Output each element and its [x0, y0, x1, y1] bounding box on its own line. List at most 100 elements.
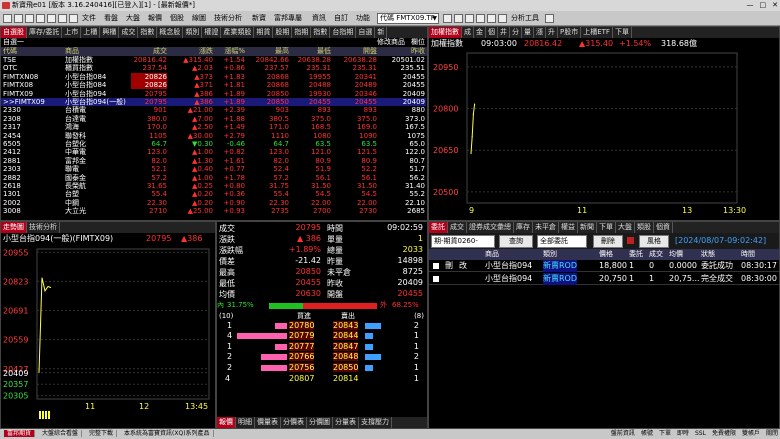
analysis-tools-menu[interactable]: 分析工具: [511, 14, 539, 23]
columns-button[interactable]: 欄位: [411, 38, 425, 47]
quote-tab-1[interactable]: 明細: [236, 417, 255, 428]
index-tab-8[interactable]: 升: [546, 27, 558, 38]
orders-tab-0[interactable]: 委託: [429, 222, 448, 233]
watchlist-tab-14[interactable]: 指數: [311, 27, 331, 38]
layout-icon[interactable]: [36, 14, 45, 23]
orders-col-5[interactable]: 委託: [629, 249, 643, 260]
status-right-0[interactable]: 盤前資訊: [611, 430, 635, 437]
watchlist-col-8[interactable]: 昨收: [381, 47, 425, 56]
status-right-2[interactable]: 下單: [659, 430, 671, 437]
order-row[interactable]: 小型台指094 新賣ROD 20,750 1 1 20,75... 完全成交 08:30:00: [429, 273, 779, 285]
status-right-7[interactable]: 關閉: [766, 430, 778, 437]
watchlist-tab-17[interactable]: 新: [375, 27, 388, 38]
account-select[interactable]: 期-期貨0260-: [431, 235, 495, 248]
orders-tab-10[interactable]: 個資: [654, 222, 673, 233]
arrow-right-icon[interactable]: [465, 14, 474, 23]
menu-item-10[interactable]: 自訂: [334, 14, 348, 23]
watchlist-col-5[interactable]: 最高: [249, 47, 289, 56]
watchlist-row[interactable]: 2454 聯發科 1105 ▲30.00 +2.79 1110 1080 1090 1075: [1, 132, 426, 140]
watchlist-tab-15[interactable]: 台指期: [330, 27, 357, 38]
watchlist-col-0[interactable]: 代碼: [3, 47, 63, 56]
index-tab-1[interactable]: 成: [462, 27, 474, 38]
menu-item-9[interactable]: 資訊: [312, 14, 326, 23]
ask-price[interactable]: 20843: [333, 321, 359, 330]
watchlist-row[interactable]: 2317 鴻海 170.0 ▲2.50 +1.49 171.0 168.5 169.0 167.…: [1, 123, 426, 131]
bid-price[interactable]: 20756: [289, 362, 315, 372]
menu-item-5[interactable]: 線圖: [192, 14, 206, 23]
index-tab-11[interactable]: 下單: [613, 27, 632, 38]
technical-tab-1[interactable]: 技術分析: [27, 222, 60, 233]
watchlist-row[interactable]: OTC 櫃買指數 237.54 ▲2.03 +0.86 237.57 235.31 235.3…: [1, 64, 426, 72]
watchlist-row[interactable]: 2412 中華電 123.0 ▲1.00 +0.82 123.0 121.0 121.5 122…: [1, 148, 426, 156]
menu-item-8[interactable]: 富邦專屬: [274, 14, 302, 23]
orders-tab-7[interactable]: 下單: [597, 222, 616, 233]
orders-tab-3[interactable]: 庫存: [514, 222, 533, 233]
quote-tab-5[interactable]: 分量表: [333, 417, 359, 428]
orders-col-9[interactable]: 時間: [741, 249, 755, 260]
orders-tab-1[interactable]: 成交: [448, 222, 467, 233]
index-tab-10[interactable]: 上櫃ETF: [581, 27, 613, 38]
save-icon[interactable]: [14, 14, 23, 23]
order-filter-select[interactable]: 全部委託: [537, 235, 587, 248]
watchlist-row[interactable]: 2303 聯電 52.1 ▲0.40 +0.77 52.4 51.9 52.2 51.7: [1, 165, 426, 173]
watchlist-col-6[interactable]: 最低: [291, 47, 331, 56]
chart-icon[interactable]: [487, 14, 496, 23]
bid-price[interactable]: 20766: [289, 352, 315, 362]
watchlist-row[interactable]: 3008 大立光 2710 ▲25.00 +0.93 2735 2700 2730 2685: [1, 207, 426, 215]
watchlist-col-7[interactable]: 開盤: [335, 47, 377, 56]
bid-price[interactable]: 20777: [289, 341, 315, 351]
orders-tab-2[interactable]: 證券成交彙總: [467, 222, 514, 233]
index-tab-4[interactable]: 井: [498, 27, 510, 38]
menu-item-7[interactable]: 新寶: [252, 14, 266, 23]
bid-price[interactable]: 20779: [289, 331, 315, 341]
search-icon[interactable]: [443, 14, 452, 23]
quote-tab-4[interactable]: 分價圖: [307, 417, 333, 428]
delete-button[interactable]: 刪除: [593, 235, 623, 248]
edit-products-button[interactable]: 修改商品: [377, 38, 405, 47]
watchlist-row[interactable]: FIMTXN08 小型台指084 20826 ▲373 +1.83 20868 19955 2…: [1, 72, 426, 81]
watchlist-tab-1[interactable]: 庫存/委託: [27, 27, 63, 38]
orders-tab-9[interactable]: 類股: [635, 222, 654, 233]
watchlist-col-3[interactable]: 漲跌: [173, 47, 213, 56]
watchlist-row[interactable]: FIMTX08 小型台指084 20826 ▲371 +1.81 20868 20488 20…: [1, 81, 426, 90]
quote-tab-6[interactable]: 支撐壓力: [359, 417, 392, 428]
ask-price[interactable]: 20847: [333, 341, 359, 351]
status-right-3[interactable]: 即時: [677, 430, 689, 437]
orders-col-2[interactable]: 商品: [485, 249, 499, 260]
watchlist-col-1[interactable]: 商品: [65, 47, 131, 56]
menu-item-6[interactable]: 技術分析: [214, 14, 242, 23]
orders-tab-6[interactable]: 新聞: [578, 222, 597, 233]
tools-icon[interactable]: [498, 14, 507, 23]
print-icon[interactable]: [25, 14, 34, 23]
watchlist-tab-11[interactable]: 期貨: [254, 27, 274, 38]
index-tab-2[interactable]: 金: [474, 27, 486, 38]
watchlist-row[interactable]: 6505 台塑化 64.7 ▼0.30 -0.46 64.7 63.5 63.5 65.0: [1, 140, 426, 148]
close-icon[interactable]: ✕: [772, 1, 778, 9]
watchlist-tab-13[interactable]: 指期: [292, 27, 312, 38]
order-row[interactable]: 刪改 小型台指094 新賣ROD 18,800 1 0 0.0000 委託成功 08:30:17: [429, 260, 779, 272]
watchlist-row[interactable]: 2308 台達電 380.0 ▲7.00 +1.88 380.5 375.0 375.0 373…: [1, 115, 426, 123]
watchlist-tab-9[interactable]: 權證: [202, 27, 222, 38]
refresh-icon[interactable]: [58, 14, 67, 23]
orders-col-6[interactable]: 成交: [649, 249, 663, 260]
watchlist-tab-7[interactable]: 概念股: [157, 27, 184, 38]
query-button[interactable]: 查詢: [499, 235, 533, 248]
menu-item-1[interactable]: 看盤: [104, 14, 118, 23]
order-checkbox[interactable]: [433, 276, 439, 282]
menu-item-4[interactable]: 個股: [170, 14, 184, 23]
watchlist-row[interactable]: 1301 台塑 55.4 ▲0.20 +0.36 55.4 54.5 54.5 55.2: [1, 190, 426, 198]
index-chart[interactable]: 20950 20800 20650 20500 9 11 13 13:30: [429, 49, 779, 219]
status-item-1[interactable]: 大盤綜合看盤: [39, 430, 83, 437]
status-item-3[interactable]: 本系統為富寶資訊(XQ)系列產品: [121, 430, 214, 437]
dropdown-icon[interactable]: [545, 14, 554, 23]
watchlist-col-4[interactable]: 漲幅%: [213, 47, 245, 56]
bid-price[interactable]: 20780: [289, 321, 315, 330]
window-icon[interactable]: [47, 14, 56, 23]
watchlist-row[interactable]: TSE 加權指數 20816.42 ▲315.40 +1.54 20842.66 20638…: [1, 56, 426, 64]
watchlist-row[interactable]: FIMTX09 小型台指094 20795 ▲386 +1.89 20850 19930 20…: [1, 90, 426, 98]
watchlist-tab-3[interactable]: 上櫃: [81, 27, 101, 38]
watchlist-row[interactable]: >>FIMTX09 小型台指094(一般) 20795 ▲386 +1.89 20850 2…: [1, 98, 426, 106]
ask-price[interactable]: 20848: [333, 352, 359, 362]
watchlist-col-2[interactable]: 成交: [131, 47, 167, 56]
orders-col-4[interactable]: 價格: [599, 249, 613, 260]
